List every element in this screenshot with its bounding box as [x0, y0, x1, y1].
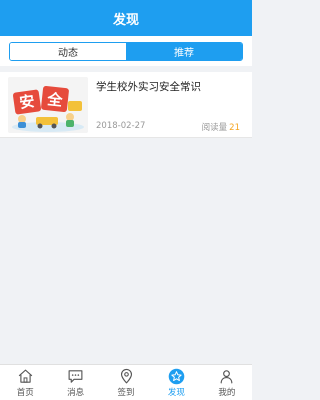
svg-text:全: 全: [45, 90, 64, 110]
message-icon: [68, 370, 83, 383]
home-icon: [18, 369, 32, 383]
safety-illustration-icon: 安 全: [8, 77, 88, 133]
tab-messages-label: 消息: [67, 388, 85, 398]
tab-recommended[interactable]: 推荐: [126, 43, 242, 60]
segment-bar: 动态 推荐: [0, 36, 252, 66]
article-date: 2018-02-27: [96, 121, 146, 131]
article-title: 学生校外实习安全常识: [96, 81, 201, 93]
tab-checkin[interactable]: 签到: [101, 365, 151, 400]
tab-discover-label: 发现: [167, 388, 185, 398]
article-thumbnail: 安 全: [8, 77, 88, 133]
svg-text:安: 安: [18, 92, 35, 112]
location-pin-icon: [120, 368, 132, 384]
tab-dynamic[interactable]: 动态: [10, 43, 126, 60]
read-count-label: 阅读量: [201, 123, 228, 133]
page-title: 发现: [112, 12, 139, 28]
bottom-tab-bar: 首页 消息 签到 发现 我的: [0, 364, 252, 400]
star-icon: [168, 368, 185, 385]
tab-home-label: 首页: [16, 388, 34, 398]
tab-home[interactable]: 首页: [0, 365, 50, 400]
article-card[interactable]: 安 全 学生校外实习安全常识 2018-02-27 阅读量 21: [0, 72, 252, 138]
article-read-count: 阅读量 21: [202, 121, 240, 133]
segmented-control: 动态 推荐: [9, 42, 243, 61]
person-icon: [220, 370, 233, 384]
tab-messages[interactable]: 消息: [50, 365, 100, 400]
tab-profile[interactable]: 我的: [202, 365, 252, 400]
read-count-value: 21: [229, 123, 240, 133]
tab-checkin-label: 签到: [117, 388, 135, 398]
tab-profile-label: 我的: [218, 388, 236, 398]
tab-discover[interactable]: 发现: [151, 365, 201, 400]
app-header: 发现: [0, 0, 252, 36]
